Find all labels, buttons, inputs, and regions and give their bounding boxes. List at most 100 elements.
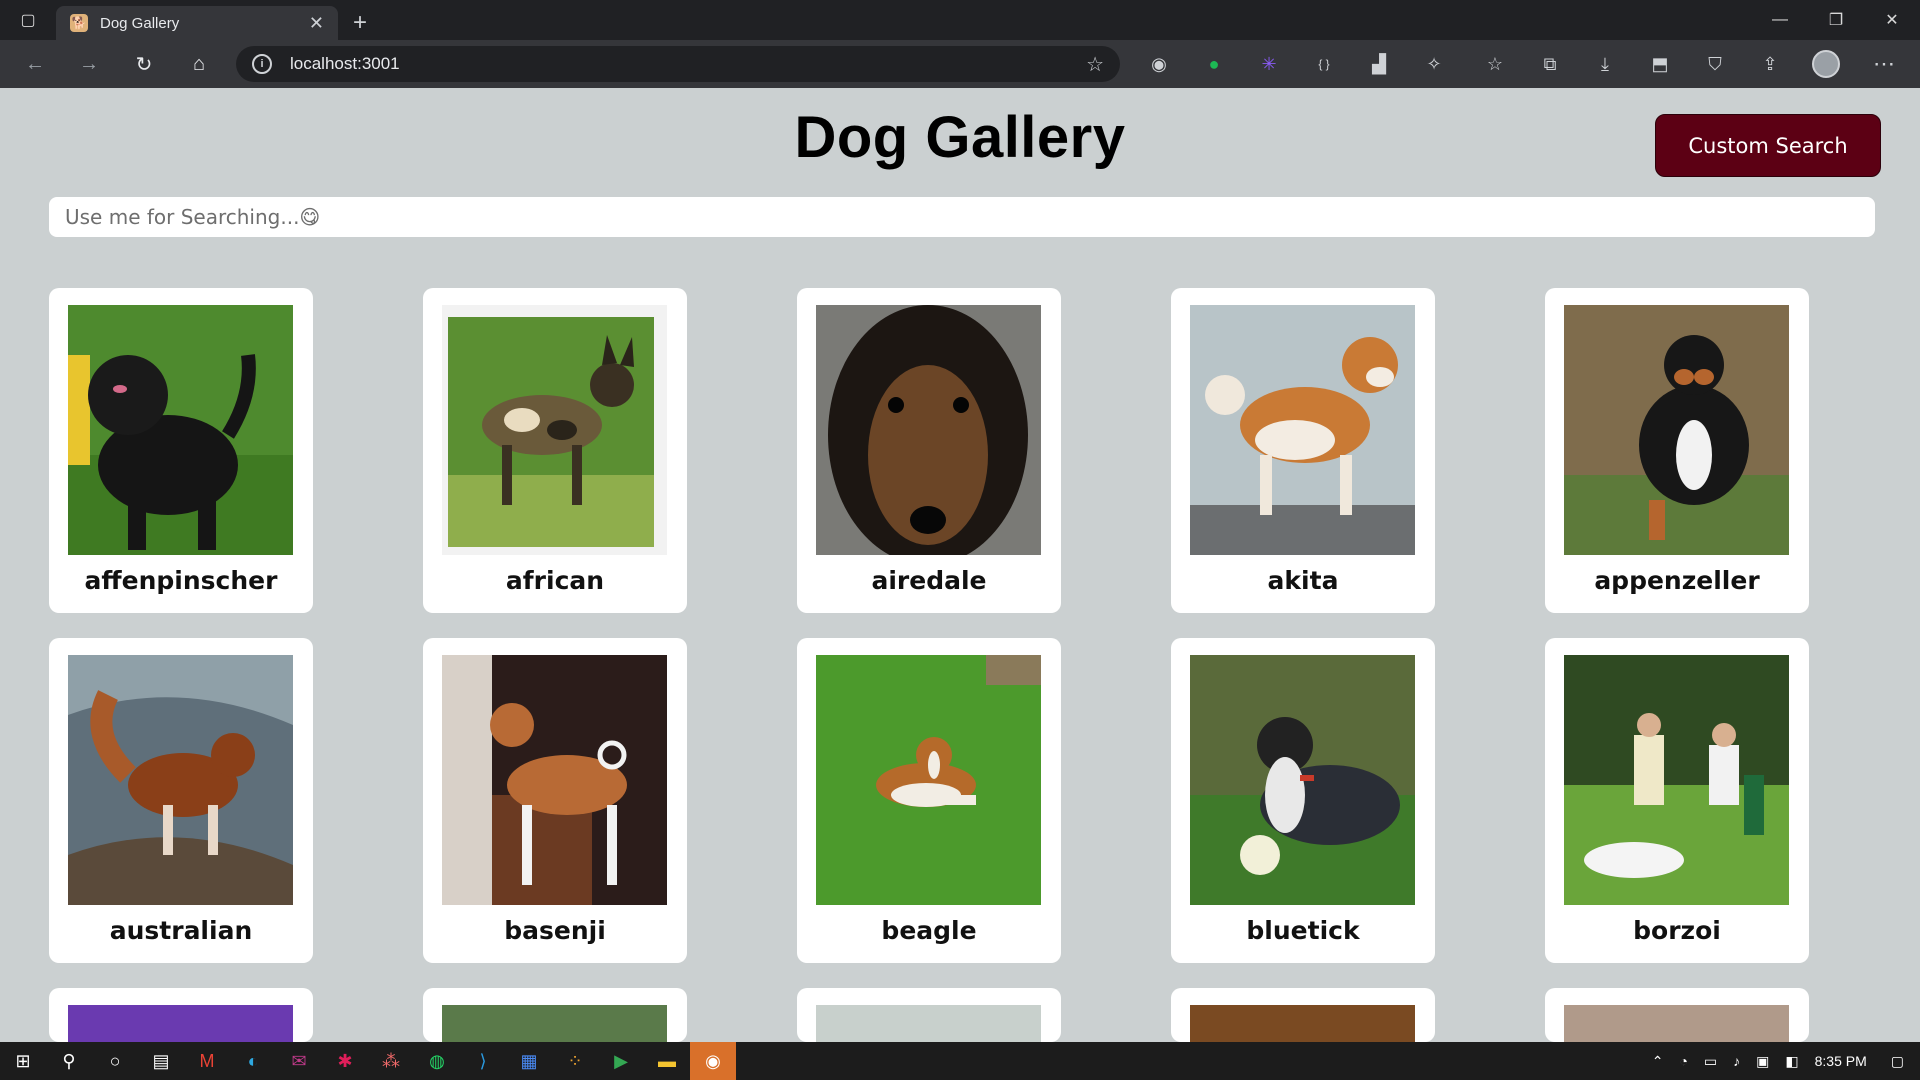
gmail-icon[interactable]: M bbox=[184, 1042, 230, 1080]
search-input[interactable]: Use me for Searching...😋 bbox=[49, 197, 1875, 237]
breed-image bbox=[442, 1005, 667, 1042]
back-icon[interactable]: ← bbox=[8, 40, 62, 88]
asana-icon[interactable]: ⁂ bbox=[368, 1042, 414, 1080]
breed-name: borzoi bbox=[1633, 916, 1721, 945]
site-info-icon[interactable]: i bbox=[252, 54, 272, 74]
browser-titlebar: ▢ 🐕 Dog Gallery ✕ + — ❐ ✕ bbox=[0, 0, 1920, 40]
breed-image bbox=[68, 655, 293, 905]
display-icon[interactable]: ▣ bbox=[1748, 1053, 1777, 1070]
breed-image bbox=[1190, 1005, 1415, 1042]
close-window-icon[interactable]: ✕ bbox=[1864, 0, 1920, 40]
mail-icon[interactable]: ✉ bbox=[276, 1042, 322, 1080]
grammarly-icon[interactable]: ● bbox=[1194, 40, 1234, 88]
windows-taskbar: ⊞ ⚲ ○ ▤ M ◐ ✉ ✱ ⁂ ◍ ⟩ ▦ ⁘ ▶ ▬ ◉ ⌃ ◔ ▭ ♪ … bbox=[0, 1042, 1920, 1080]
custom-search-button[interactable]: Custom Search bbox=[1655, 114, 1881, 177]
breed-card-appenzeller[interactable]: appenzeller bbox=[1545, 288, 1809, 613]
extension-json-icon[interactable]: { } bbox=[1304, 40, 1344, 88]
breed-name: appenzeller bbox=[1594, 566, 1760, 595]
favorites-icon[interactable]: ☆ bbox=[1475, 40, 1515, 88]
browser-app-icon[interactable]: ◉ bbox=[690, 1042, 736, 1080]
downloads-icon[interactable]: ⤓ bbox=[1585, 40, 1625, 88]
breed-card-borzoi[interactable]: borzoi bbox=[1545, 638, 1809, 963]
meet-now-icon[interactable]: ◧ bbox=[1777, 1053, 1806, 1070]
search-icon[interactable]: ⚲ bbox=[46, 1042, 92, 1080]
breed-card-partial[interactable] bbox=[1171, 988, 1435, 1042]
address-bar[interactable]: i localhost:3001 ☆ bbox=[236, 46, 1120, 82]
screenshot-icon[interactable]: ⬒ bbox=[1640, 40, 1680, 88]
url-text: localhost:3001 bbox=[290, 54, 400, 73]
notifications-icon[interactable]: ▢ bbox=[1875, 1053, 1920, 1070]
breed-card-partial[interactable] bbox=[423, 988, 687, 1042]
chevron-up-icon[interactable]: ⌃ bbox=[1644, 1053, 1672, 1070]
forward-icon[interactable]: → bbox=[62, 40, 116, 88]
breed-image bbox=[442, 655, 667, 905]
breed-name: beagle bbox=[881, 916, 977, 945]
window-controls: — ❐ ✕ bbox=[1752, 0, 1920, 40]
file-explorer-icon[interactable]: ▬ bbox=[644, 1042, 690, 1080]
breed-name: bluetick bbox=[1246, 916, 1360, 945]
close-tab-icon[interactable]: ✕ bbox=[309, 13, 324, 34]
collections-icon[interactable]: ⧉ bbox=[1530, 40, 1570, 88]
extension-star-icon[interactable]: ✳ bbox=[1249, 40, 1289, 88]
task-view-icon[interactable]: ▤ bbox=[138, 1042, 184, 1080]
vscode-icon[interactable]: ⟩ bbox=[460, 1042, 506, 1080]
clock-time[interactable]: 8:35 PM bbox=[1807, 1053, 1875, 1069]
breed-image bbox=[816, 305, 1041, 555]
page-title: Dog Gallery bbox=[794, 105, 1126, 170]
meet-icon[interactable]: ▶ bbox=[598, 1042, 644, 1080]
breed-image bbox=[68, 305, 293, 555]
breed-image bbox=[1190, 305, 1415, 555]
profile-avatar[interactable] bbox=[1812, 50, 1840, 78]
battery-icon[interactable]: ▭ bbox=[1696, 1053, 1725, 1070]
breed-name: basenji bbox=[504, 916, 606, 945]
browser-tab[interactable]: 🐕 Dog Gallery ✕ bbox=[56, 6, 338, 40]
whatsapp-icon[interactable]: ◍ bbox=[414, 1042, 460, 1080]
breed-image bbox=[68, 1005, 293, 1042]
extensions-icon[interactable]: ✧ bbox=[1414, 40, 1454, 88]
minimize-icon[interactable]: — bbox=[1752, 0, 1808, 40]
app-icon[interactable]: ⁘ bbox=[552, 1042, 598, 1080]
breed-card-partial[interactable] bbox=[797, 988, 1061, 1042]
breed-card-australian[interactable]: australian bbox=[49, 638, 313, 963]
home-icon[interactable]: ⌂ bbox=[172, 40, 226, 88]
slack-icon[interactable]: ✱ bbox=[322, 1042, 368, 1080]
cortana-icon[interactable]: ○ bbox=[92, 1042, 138, 1080]
browser-essentials-icon[interactable]: ⛉ bbox=[1695, 40, 1735, 88]
breed-image bbox=[1564, 305, 1789, 555]
tab-actions-icon[interactable]: ▢ bbox=[0, 0, 56, 40]
extension-chart-icon[interactable]: ▟ bbox=[1359, 40, 1399, 88]
calendar-icon[interactable]: ▦ bbox=[506, 1042, 552, 1080]
breed-name: affenpinscher bbox=[84, 566, 278, 595]
breed-card-partial[interactable] bbox=[49, 988, 313, 1042]
breed-card-basenji[interactable]: basenji bbox=[423, 638, 687, 963]
breed-image bbox=[816, 1005, 1041, 1042]
refresh-icon[interactable]: ↻ bbox=[117, 40, 171, 88]
breed-image bbox=[816, 655, 1041, 905]
breed-name: airedale bbox=[871, 566, 987, 595]
restore-icon[interactable]: ❐ bbox=[1808, 0, 1864, 40]
tab-title: Dog Gallery bbox=[100, 14, 180, 32]
breed-card-akita[interactable]: akita bbox=[1171, 288, 1435, 613]
new-tab-button[interactable]: + bbox=[338, 6, 382, 40]
breed-card-african[interactable]: african bbox=[423, 288, 687, 613]
add-favorite-icon[interactable]: ☆ bbox=[1086, 52, 1104, 77]
breed-image bbox=[1190, 655, 1415, 905]
breed-card-beagle[interactable]: beagle bbox=[797, 638, 1061, 963]
more-options-icon[interactable]: ⋯ bbox=[1864, 40, 1904, 88]
volume-icon[interactable]: ♪ bbox=[1725, 1053, 1748, 1069]
browser-toolbar: ← → ↻ ⌂ i localhost:3001 ☆ ◉ ● ✳ { } ▟ ✧… bbox=[0, 40, 1920, 88]
breed-card-affenpinscher[interactable]: affenpinscher bbox=[49, 288, 313, 613]
breed-image bbox=[1564, 1005, 1789, 1042]
windows-start-icon[interactable]: ⊞ bbox=[0, 1042, 46, 1080]
breed-card-bluetick[interactable]: bluetick bbox=[1171, 638, 1435, 963]
network-icon[interactable]: ◔ bbox=[1671, 1053, 1695, 1069]
breed-card-partial[interactable] bbox=[1545, 988, 1809, 1042]
tab-favicon-icon: 🐕 bbox=[70, 14, 88, 32]
breed-card-airedale[interactable]: airedale bbox=[797, 288, 1061, 613]
extension-eyes-icon[interactable]: ◉ bbox=[1139, 40, 1179, 88]
share-icon[interactable]: ⇪ bbox=[1750, 40, 1790, 88]
breed-name: african bbox=[505, 566, 605, 595]
breed-name: akita bbox=[1267, 566, 1339, 595]
edge-icon[interactable]: ◐ bbox=[230, 1042, 276, 1080]
breed-image bbox=[442, 305, 667, 555]
